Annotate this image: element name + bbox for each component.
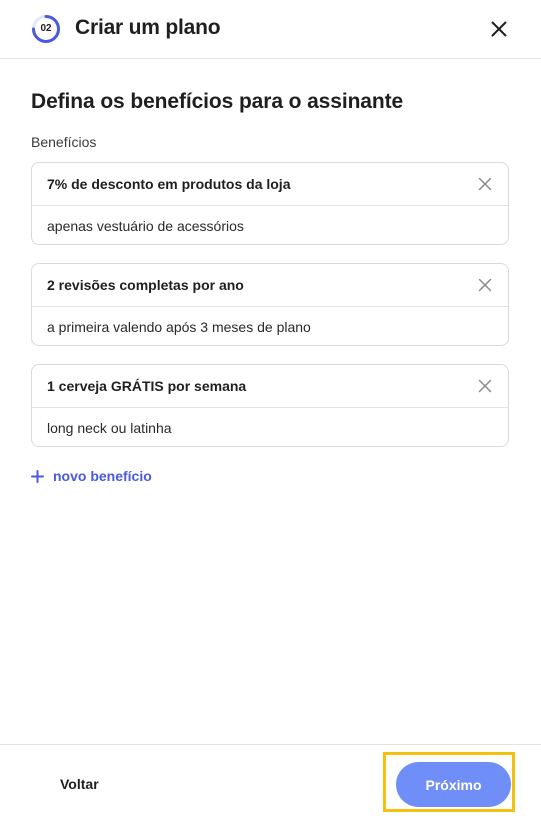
add-benefit-label: novo benefício (53, 468, 152, 484)
benefit-title: 2 revisões completas por ano (47, 277, 244, 293)
remove-benefit-button[interactable] (476, 377, 494, 395)
benefit-description-field[interactable]: apenas vestuário de acessórios (47, 218, 244, 234)
modal-header: 02 Criar um plano (0, 0, 541, 59)
benefit-description-field[interactable]: long neck ou latinha (47, 420, 172, 436)
remove-benefit-button[interactable] (476, 276, 494, 294)
benefits-section-label: Benefícios (31, 134, 97, 150)
benefit-title: 1 cerveja GRÁTIS por semana (47, 378, 247, 394)
benefit-title-field[interactable]: 1 cerveja GRÁTIS por semana (32, 365, 508, 408)
next-button[interactable]: Próximo (396, 762, 511, 807)
benefit-card: 1 cerveja GRÁTIS por semana long neck ou… (31, 364, 509, 447)
benefit-title-field[interactable]: 7% de desconto em produtos da loja (32, 163, 508, 206)
benefit-title-field[interactable]: 2 revisões completas por ano (32, 264, 508, 307)
back-button[interactable]: Voltar (60, 776, 99, 792)
modal-footer: Voltar Próximo (0, 744, 541, 822)
modal-title: Criar um plano (75, 16, 221, 39)
page-title: Defina os benefícios para o assinante (31, 90, 404, 113)
close-icon (491, 21, 507, 37)
add-benefit-button[interactable]: novo benefício (31, 466, 152, 486)
benefit-description-field[interactable]: a primeira valendo após 3 meses de plano (47, 319, 311, 335)
benefit-card: 2 revisões completas por ano a primeira … (31, 263, 509, 346)
step-number: 02 (40, 23, 52, 34)
close-button[interactable] (486, 16, 512, 42)
step-progress-badge: 02 (31, 14, 61, 44)
remove-benefit-button[interactable] (476, 175, 494, 193)
benefit-card: 7% de desconto em produtos da loja apena… (31, 162, 509, 245)
close-icon (478, 177, 492, 191)
close-icon (478, 379, 492, 393)
close-icon (478, 278, 492, 292)
plus-icon (31, 469, 44, 483)
benefit-title: 7% de desconto em produtos da loja (47, 176, 291, 192)
